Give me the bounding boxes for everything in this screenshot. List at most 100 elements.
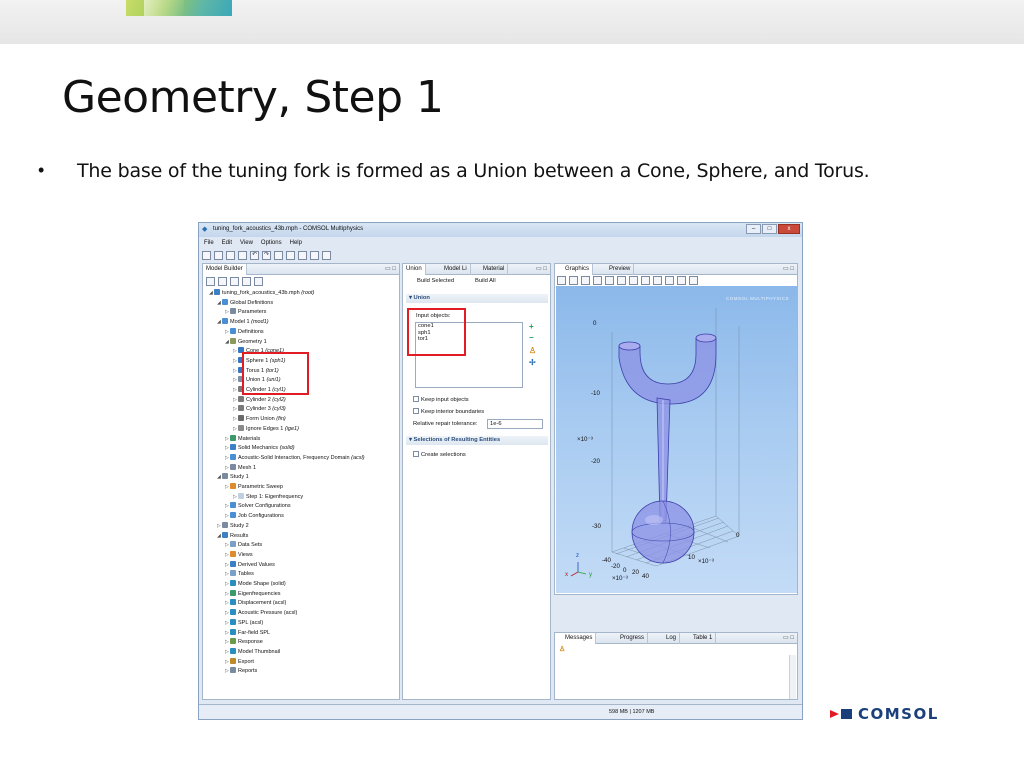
expand-all-icon[interactable] — [230, 277, 239, 286]
open-file-icon[interactable] — [214, 250, 223, 260]
transparency-icon[interactable] — [677, 276, 686, 285]
menu-edit[interactable]: Edit — [222, 238, 232, 248]
menu-options[interactable]: Options — [261, 238, 282, 248]
tab-model-builder[interactable]: Model Builder — [203, 264, 247, 275]
tree-item[interactable]: ▷ Tables — [225, 570, 254, 580]
tree-item[interactable]: ▷ Displacement (acsl) — [225, 599, 286, 609]
tree-item[interactable]: ▷ Views — [225, 550, 253, 561]
view-zx-icon[interactable] — [653, 276, 662, 285]
minimize-button[interactable]: – — [746, 224, 761, 234]
tree-item[interactable]: ▷ Ignore Edges 1 (ige1) — [233, 424, 299, 435]
zoom-in-icon[interactable] — [557, 276, 566, 285]
tree-item[interactable]: ▷ Step 1: Eigenfrequency — [233, 492, 303, 503]
tab-union[interactable]: Union — [403, 264, 426, 275]
tree-item[interactable]: ▷ Response — [225, 638, 263, 648]
clear-messages-icon[interactable]: ♙ — [559, 646, 565, 654]
tree-item[interactable]: ▷ Solver Configurations — [225, 502, 291, 512]
tree-item[interactable]: ▷ Acoustic-Solid Interaction, Frequency D… — [225, 453, 365, 464]
show-icon[interactable] — [254, 277, 263, 286]
zoom-extents-icon[interactable] — [581, 276, 590, 285]
tree-item[interactable]: ▷ Form Union (fin) — [233, 415, 286, 425]
tab-progress[interactable]: Progress — [610, 633, 649, 644]
settings-icon[interactable] — [274, 250, 283, 260]
tree-item[interactable]: ▷ SPL (acsl) — [225, 618, 263, 629]
tree-item[interactable]: ▷ Parametric Sweep — [225, 483, 283, 493]
tree-item[interactable]: ▷ Acoustic Pressure (acsl) — [225, 609, 297, 619]
rotate-icon[interactable] — [605, 276, 614, 285]
tree-item[interactable]: ▷ Definitions — [225, 327, 264, 338]
zoom-selection-icon[interactable]: ✢ — [529, 359, 536, 367]
zoom-out-icon[interactable] — [569, 276, 578, 285]
tree-item[interactable]: ▷ Materials — [225, 434, 260, 445]
remove-icon[interactable]: − — [529, 334, 534, 342]
tab-material[interactable]: Material — [480, 264, 509, 275]
clear-icon[interactable]: ♙ — [529, 347, 536, 355]
section-selections-header[interactable]: ▾ Selections of Resulting Entities — [406, 436, 548, 445]
select-icon[interactable] — [665, 276, 674, 285]
save-icon[interactable] — [226, 250, 235, 260]
tab-log[interactable]: Log — [656, 633, 681, 644]
build-all-button[interactable]: Build All — [475, 278, 496, 284]
panel-minmax-icon[interactable]: ▭ □ — [385, 265, 396, 272]
build-selected-button[interactable]: Build Selected — [417, 278, 454, 284]
model-library-icon[interactable] — [286, 250, 295, 260]
panel-minmax-icon[interactable]: ▭ □ — [783, 265, 794, 272]
panel-minmax-icon[interactable]: ▭ □ — [536, 265, 547, 272]
screenshot-icon[interactable] — [689, 276, 698, 285]
tree-item[interactable]: ▷ Derived Values — [225, 560, 275, 571]
keep-interior-checkbox[interactable]: Keep interior boundaries — [413, 408, 484, 415]
tree-item[interactable]: ▷ Export — [225, 657, 254, 668]
move-up-icon[interactable] — [206, 277, 215, 286]
view-xy-icon[interactable] — [629, 276, 638, 285]
tree-item[interactable]: ◢ Geometry 1 — [225, 337, 267, 348]
add-physics-icon[interactable] — [310, 250, 319, 260]
tree-item[interactable]: ◢ Model 1 (mod1) — [217, 318, 269, 328]
graphics-canvas[interactable]: COMSOL MULTIPHYSICS 0 -10 ×10⁻³ -20 -30 … — [556, 286, 797, 593]
tab-messages[interactable]: Messages — [555, 633, 597, 644]
tree-item[interactable]: ▷ Eigenfrequencies — [225, 589, 281, 600]
tree-item[interactable]: ▷ Cylinder 2 (cyl2) — [233, 395, 286, 406]
maximize-button[interactable]: □ — [762, 224, 777, 234]
tab-preview[interactable]: Preview — [599, 264, 635, 275]
print-icon[interactable] — [238, 250, 247, 260]
tree-item[interactable]: ◢ Study 1 — [217, 473, 249, 483]
tree-item[interactable]: ▷ Data Sets — [225, 541, 262, 551]
tree-item[interactable]: ▷ Model Thumbnail — [225, 647, 280, 658]
tree-item[interactable]: ▷ Study 2 — [217, 521, 249, 532]
close-button[interactable]: x — [778, 224, 800, 234]
tree-item[interactable]: ▷ Cylinder 3 (cyl3) — [233, 405, 286, 415]
create-selections-checkbox[interactable]: Create selections — [413, 451, 466, 458]
tree-item[interactable]: ◢ tuning_fork_acoustics_43b.mph (root) — [209, 289, 314, 299]
tab-graphics[interactable]: Graphics — [555, 264, 594, 275]
menu-help[interactable]: Help — [290, 238, 302, 248]
add-icon[interactable]: + — [529, 323, 534, 331]
messages-scrollbar[interactable] — [789, 655, 796, 699]
tree-item[interactable]: ▷ Reports — [225, 667, 257, 677]
collapse-all-icon[interactable] — [242, 277, 251, 286]
view-yz-icon[interactable] — [641, 276, 650, 285]
menu-file[interactable]: File — [204, 238, 214, 248]
panel-minmax-icon[interactable]: ▭ □ — [783, 634, 794, 641]
menu-view[interactable]: View — [240, 238, 253, 248]
repair-tolerance-input[interactable]: 1e-6 — [487, 419, 543, 429]
section-union-header[interactable]: ▾ Union — [406, 294, 548, 303]
tree-item[interactable]: ▷ Job Configurations — [225, 512, 284, 522]
tab-model-library[interactable]: Model Li — [441, 264, 471, 275]
keep-input-checkbox[interactable]: Keep input objects — [413, 396, 469, 403]
tree-item[interactable]: ▷ Parameters — [225, 308, 266, 318]
tree-item[interactable]: ▷ Solid Mechanics (solid) — [225, 444, 295, 454]
undo-icon[interactable]: ↶ — [250, 250, 259, 260]
zoom-box-icon[interactable] — [593, 276, 602, 285]
tree-item[interactable]: ◢ Results — [217, 531, 248, 542]
tree-item[interactable]: ▷ Mesh 1 — [225, 463, 256, 474]
tree-item[interactable]: ▷ Far-field SPL — [225, 628, 270, 639]
tab-table-1[interactable]: Table 1 — [683, 633, 717, 644]
help-icon[interactable] — [298, 250, 307, 260]
tree-item[interactable]: ▷ Mode Shape (solid) — [225, 580, 286, 590]
move-down-icon[interactable] — [218, 277, 227, 286]
redo-icon[interactable]: ↷ — [262, 250, 271, 260]
layout-icon[interactable] — [322, 250, 331, 260]
new-file-icon[interactable] — [202, 250, 211, 260]
tree-item[interactable]: ◢ Global Definitions — [217, 298, 273, 309]
pan-icon[interactable] — [617, 276, 626, 285]
